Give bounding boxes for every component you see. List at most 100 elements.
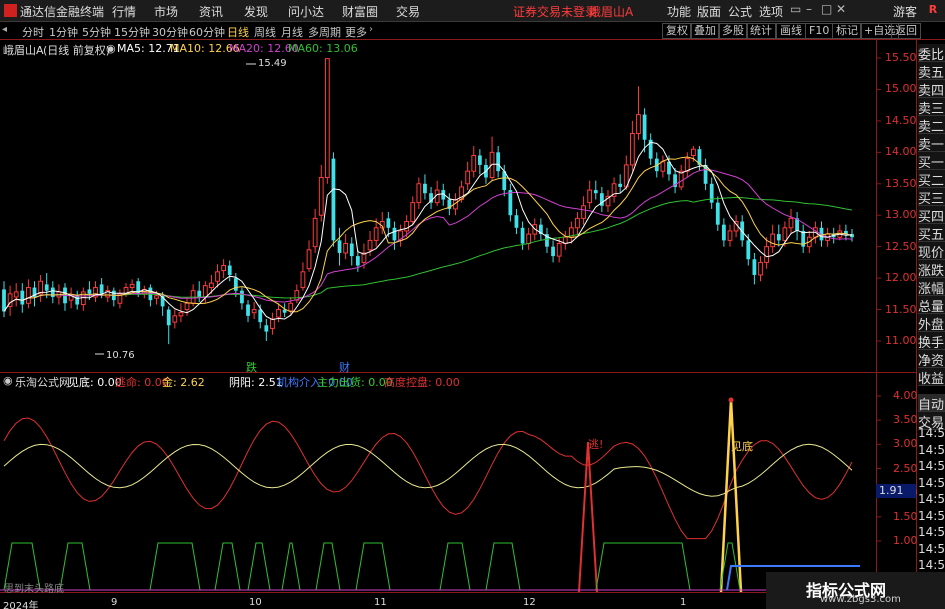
maximize-icon[interactable]: □: [821, 2, 832, 16]
settings-icon[interactable]: ▭: [790, 2, 801, 16]
candle-body: [246, 304, 250, 316]
top-menu-bar: 通达信金融终端 行情 市场 资讯 发现 问小达 财富圈 交易 证券交易未登录 峨…: [0, 0, 945, 22]
multi-stock-button[interactable]: 多股: [718, 23, 748, 39]
candle-body: [355, 256, 360, 266]
period-more[interactable]: 更多: [345, 24, 367, 40]
candle-body: [434, 189, 440, 204]
menu-formula[interactable]: 公式: [728, 3, 752, 20]
period-multi[interactable]: 多周期: [308, 24, 341, 40]
trend-band-segment: [595, 542, 691, 591]
candle-body: [453, 199, 458, 210]
arrow-left-icon[interactable]: ◂: [2, 24, 7, 35]
side-item[interactable]: 买三: [918, 188, 945, 206]
adjust-button[interactable]: 复权: [662, 23, 692, 39]
candle-body: [154, 295, 159, 299]
side-item[interactable]: 买五: [918, 224, 945, 242]
side-item[interactable]: 净资: [918, 350, 945, 368]
ma60-line: [3, 196, 853, 312]
candle-body: [801, 230, 806, 247]
candle-body: [764, 246, 769, 263]
watermark-url: www.zbgs3.com: [820, 594, 901, 605]
candle-body: [343, 243, 349, 254]
candle-body: [361, 252, 367, 263]
draw-line-button[interactable]: 画线: [776, 23, 806, 39]
back-button[interactable]: 返回: [891, 23, 921, 39]
candle-body: [141, 288, 147, 295]
menu-news[interactable]: 资讯: [199, 3, 223, 20]
candle-body: [587, 189, 593, 204]
statistics-button[interactable]: 统计: [746, 23, 776, 39]
candle-body: [697, 149, 702, 165]
candle-body: [2, 289, 6, 312]
period-intraday[interactable]: 分时: [22, 24, 44, 40]
period-weekly[interactable]: 周线: [254, 24, 276, 40]
period-daily[interactable]: 日线: [227, 24, 249, 40]
ind-item-jin: 金: 2.62: [162, 376, 205, 389]
candle-body: [386, 218, 391, 228]
rich-signal-label: 财: [339, 361, 350, 374]
side-item[interactable]: 卖五: [918, 62, 945, 80]
r-badge-icon[interactable]: R: [925, 3, 941, 19]
side-item[interactable]: 总量: [918, 296, 945, 314]
app-logo-icon: [4, 4, 17, 17]
indicator-settings-icon[interactable]: ◉: [3, 374, 13, 387]
x-tick: 11: [374, 597, 387, 608]
side-item[interactable]: 卖四: [918, 80, 945, 98]
side-item[interactable]: 卖二: [918, 116, 945, 134]
period-15min[interactable]: 15分钟: [114, 24, 150, 40]
ind-item-zhuli: 主力出货: 0.00: [317, 376, 393, 389]
candle-body: [844, 230, 848, 235]
minimize-icon[interactable]: –: [806, 2, 812, 16]
side-time: 14:56: [918, 525, 945, 539]
period-30min[interactable]: 30分钟: [152, 24, 188, 40]
menu-markets[interactable]: 市场: [154, 3, 178, 20]
side-time: 14:56: [918, 558, 945, 572]
candle-body: [508, 190, 513, 216]
login-notice[interactable]: 证券交易未登录: [513, 3, 597, 20]
candle-body: [190, 290, 196, 304]
menu-wealth[interactable]: 财富圈: [342, 3, 378, 20]
menu-trade[interactable]: 交易: [396, 3, 420, 20]
overlay-button[interactable]: 叠加: [690, 23, 720, 39]
chevron-down-icon[interactable]: ◉: [106, 42, 116, 55]
period-monthly[interactable]: 月线: [281, 24, 303, 40]
candle-body: [294, 290, 300, 301]
menu-market[interactable]: 行情: [112, 3, 136, 20]
menu-function[interactable]: 功能: [667, 3, 691, 20]
period-60min[interactable]: 60分钟: [189, 24, 225, 40]
candle-body: [556, 243, 562, 257]
price-tick: 13.50: [885, 176, 917, 190]
side-time: 14:56: [918, 459, 945, 473]
close-icon[interactable]: ✕: [836, 2, 846, 16]
trend-band-segment: [355, 542, 391, 591]
side-item[interactable]: 买一: [918, 152, 945, 170]
menu-options[interactable]: 选项: [759, 3, 783, 20]
side-item[interactable]: 现价: [918, 242, 945, 260]
side-item[interactable]: 收益: [918, 368, 945, 386]
side-item[interactable]: 卖三: [918, 98, 945, 116]
menu-layout[interactable]: 版面: [697, 3, 721, 20]
side-item[interactable]: 买四: [918, 206, 945, 224]
f10-button[interactable]: F10: [805, 23, 834, 39]
candle-body: [429, 193, 433, 203]
guest-label[interactable]: 游客: [893, 3, 917, 20]
period-1min[interactable]: 1分钟: [49, 24, 78, 40]
side-item[interactable]: 卖一: [918, 134, 945, 152]
side-item[interactable]: 委比: [918, 44, 945, 62]
menu-ask[interactable]: 问小达: [288, 3, 324, 20]
side-item[interactable]: 自动: [918, 394, 945, 412]
side-item[interactable]: 涨幅: [918, 278, 945, 296]
mark-button[interactable]: 标记: [832, 23, 862, 39]
side-item[interactable]: 涨跌: [918, 260, 945, 278]
period-5min[interactable]: 5分钟: [82, 24, 111, 40]
candle-body: [160, 295, 165, 307]
side-item[interactable]: 买二: [918, 170, 945, 188]
side-item[interactable]: 换手: [918, 332, 945, 350]
candle-body: [496, 152, 501, 172]
chevron-right-icon[interactable]: ›: [369, 24, 373, 35]
candle-body: [184, 302, 190, 311]
x-tick: 12: [523, 597, 536, 608]
candle-body: [264, 325, 269, 332]
menu-discover[interactable]: 发现: [244, 3, 268, 20]
side-item[interactable]: 外盘: [918, 314, 945, 332]
